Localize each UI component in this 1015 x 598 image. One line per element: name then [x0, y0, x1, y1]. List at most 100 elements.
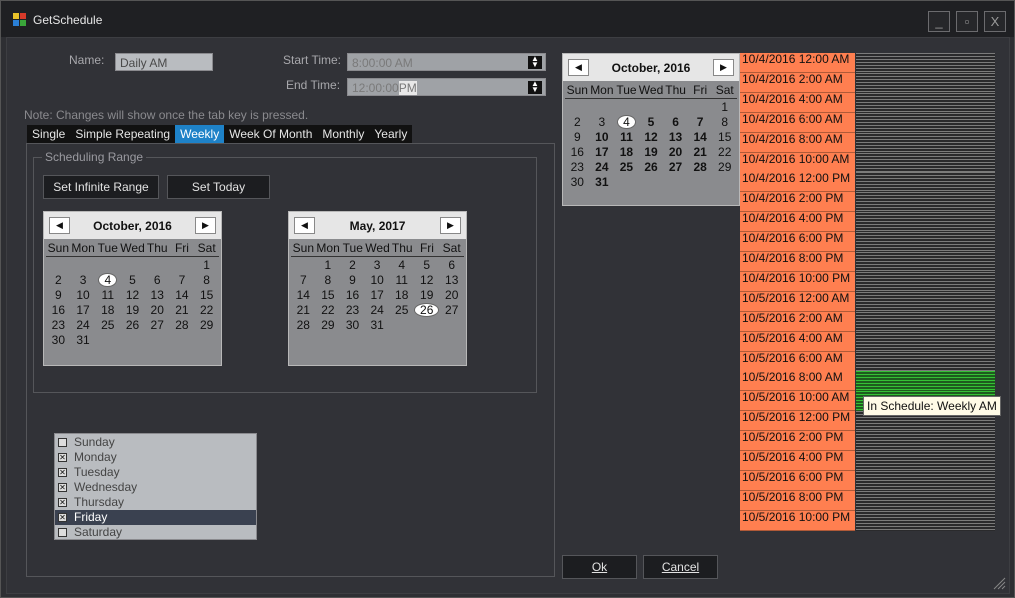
- start-cal-day[interactable]: 29: [194, 318, 219, 333]
- start-cal-day[interactable]: 13: [145, 288, 170, 303]
- preview-cal-day[interactable]: 26: [639, 160, 664, 175]
- preview-cal-day[interactable]: 11: [614, 130, 639, 145]
- start-cal-day[interactable]: 30: [46, 333, 71, 348]
- preview-cal-day[interactable]: 9: [565, 130, 590, 145]
- weekday-item-thursday[interactable]: ✕ Thursday: [55, 495, 256, 510]
- end-cal-day[interactable]: 23: [340, 303, 365, 318]
- start-cal-day[interactable]: 22: [194, 303, 219, 318]
- preview-cal-day[interactable]: 4: [614, 115, 639, 130]
- end-cal-day[interactable]: 27: [439, 303, 464, 318]
- weekday-checkbox[interactable]: ✕: [58, 513, 67, 522]
- preview-cal-day[interactable]: 21: [688, 145, 713, 160]
- end-cal-day[interactable]: 5: [414, 258, 439, 273]
- end-cal-day[interactable]: 9: [340, 273, 365, 288]
- end-time-spinner[interactable]: ▲ ▼: [528, 80, 542, 94]
- tab-monthly[interactable]: Monthly: [317, 125, 369, 144]
- end-cal-day[interactable]: 10: [365, 273, 390, 288]
- tab-week-of-month[interactable]: Week Of Month: [224, 125, 317, 144]
- resize-grip-icon[interactable]: [992, 576, 1006, 590]
- end-cal-day[interactable]: 17: [365, 288, 390, 303]
- timeline-slot[interactable]: 10/5/2016 6:00 AM: [740, 351, 995, 372]
- preview-cal-day[interactable]: 16: [565, 145, 590, 160]
- weekday-checkbox[interactable]: ✕: [58, 483, 67, 492]
- preview-cal-day[interactable]: 14: [688, 130, 713, 145]
- weekday-checkbox[interactable]: [58, 528, 67, 537]
- preview-cal-day[interactable]: 24: [590, 160, 615, 175]
- preview-cal-day[interactable]: 5: [639, 115, 664, 130]
- restore-button[interactable]: ▫: [956, 11, 978, 32]
- start-cal-day[interactable]: 18: [95, 303, 120, 318]
- timeline-slot[interactable]: 10/5/2016 4:00 PM: [740, 451, 995, 471]
- set-infinite-range-button[interactable]: Set Infinite Range: [43, 175, 159, 199]
- end-cal-day[interactable]: 19: [414, 288, 439, 303]
- timeline-slot[interactable]: 10/4/2016 4:00 PM: [740, 212, 995, 233]
- set-today-button[interactable]: Set Today: [167, 175, 270, 199]
- timeline-slot[interactable]: 10/5/2016 8:00 AM: [740, 371, 995, 392]
- timeline-slot[interactable]: 10/4/2016 12:00 AM: [740, 53, 995, 73]
- end-cal-day[interactable]: 2: [340, 258, 365, 273]
- end-cal-day[interactable]: 31: [365, 318, 390, 333]
- weekday-checkbox[interactable]: ✕: [58, 453, 67, 462]
- preview-cal-day[interactable]: 20: [663, 145, 688, 160]
- start-cal-day[interactable]: 31: [71, 333, 96, 348]
- preview-cal-day[interactable]: 19: [639, 145, 664, 160]
- start-cal-day[interactable]: 4: [95, 273, 120, 288]
- start-cal-day[interactable]: 9: [46, 288, 71, 303]
- start-cal-day[interactable]: 16: [46, 303, 71, 318]
- start-cal-day[interactable]: 21: [170, 303, 195, 318]
- preview-cal-day[interactable]: 13: [663, 130, 688, 145]
- end-cal-next-month-button[interactable]: ▶: [440, 217, 461, 234]
- end-cal-day[interactable]: 7: [291, 273, 316, 288]
- end-cal-day[interactable]: 12: [414, 273, 439, 288]
- timeline-slot[interactable]: 10/5/2016 8:00 PM: [740, 490, 995, 511]
- end-cal-day[interactable]: 14: [291, 288, 316, 303]
- end-cal-day[interactable]: 29: [316, 318, 341, 333]
- end-cal-day[interactable]: 24: [365, 303, 390, 318]
- start-cal-day[interactable]: 17: [71, 303, 96, 318]
- timeline-slot[interactable]: 10/4/2016 6:00 AM: [740, 112, 995, 133]
- cancel-button[interactable]: Cancel: [643, 555, 718, 579]
- end-cal-day[interactable]: 20: [439, 288, 464, 303]
- weekday-item-sunday[interactable]: Sunday: [55, 435, 256, 450]
- end-cal-day[interactable]: 18: [389, 288, 414, 303]
- start-cal-prev-month-button[interactable]: ◀: [49, 217, 70, 234]
- weekday-item-tuesday[interactable]: ✕ Tuesday: [55, 465, 256, 480]
- preview-calendar[interactable]: October, 2016 ◀ ▶ Sun Mon Tue Wed Thu Fri Sat 1 2 3 4…: [562, 53, 740, 206]
- tab-single[interactable]: Single: [27, 125, 70, 144]
- preview-cal-day[interactable]: 3: [590, 115, 615, 130]
- preview-cal-day[interactable]: 25: [614, 160, 639, 175]
- start-cal-day[interactable]: 25: [95, 318, 120, 333]
- timeline-slot[interactable]: 10/4/2016 6:00 PM: [740, 232, 995, 253]
- preview-cal-day[interactable]: 12: [639, 130, 664, 145]
- end-cal-day[interactable]: 30: [340, 318, 365, 333]
- weekday-item-friday[interactable]: ✕ Friday: [55, 510, 256, 525]
- start-cal-day[interactable]: 15: [194, 288, 219, 303]
- tab-weekly[interactable]: Weekly: [175, 125, 225, 144]
- start-cal-day[interactable]: 10: [71, 288, 96, 303]
- start-cal-day[interactable]: 8: [194, 273, 219, 288]
- preview-cal-day[interactable]: 2: [565, 115, 590, 130]
- start-cal-day[interactable]: 23: [46, 318, 71, 333]
- preview-cal-day[interactable]: 10: [590, 130, 615, 145]
- weekday-checkbox[interactable]: ✕: [58, 498, 67, 507]
- close-button[interactable]: X: [984, 11, 1006, 32]
- preview-cal-day[interactable]: 17: [590, 145, 615, 160]
- timeline-slot[interactable]: 10/4/2016 2:00 PM: [740, 192, 995, 213]
- start-cal-day[interactable]: 1: [194, 258, 219, 273]
- preview-cal-next-month-button[interactable]: ▶: [713, 59, 734, 76]
- preview-cal-day[interactable]: 29: [712, 160, 737, 175]
- start-cal-day[interactable]: 11: [95, 288, 120, 303]
- range-start-calendar[interactable]: October, 2016 ◀ ▶ Sun Mon Tue Wed Thu Fri Sat 1 2 3 4…: [43, 211, 222, 366]
- start-cal-day[interactable]: 14: [170, 288, 195, 303]
- preview-cal-day[interactable]: 22: [712, 145, 737, 160]
- timeline-slot[interactable]: 10/4/2016 8:00 PM: [740, 252, 995, 272]
- tab-yearly[interactable]: Yearly: [369, 125, 412, 144]
- end-cal-day[interactable]: 26: [414, 303, 440, 318]
- start-cal-day[interactable]: 7: [170, 273, 195, 288]
- preview-cal-day[interactable]: 30: [565, 175, 590, 190]
- preview-cal-day[interactable]: 23: [565, 160, 590, 175]
- start-cal-day[interactable]: 26: [120, 318, 145, 333]
- preview-cal-day[interactable]: 6: [663, 115, 688, 130]
- timeline-slot[interactable]: 10/5/2016 12:00 AM: [740, 291, 995, 312]
- start-time-field[interactable]: 8:00:00 AM ▲ ▼: [347, 53, 546, 71]
